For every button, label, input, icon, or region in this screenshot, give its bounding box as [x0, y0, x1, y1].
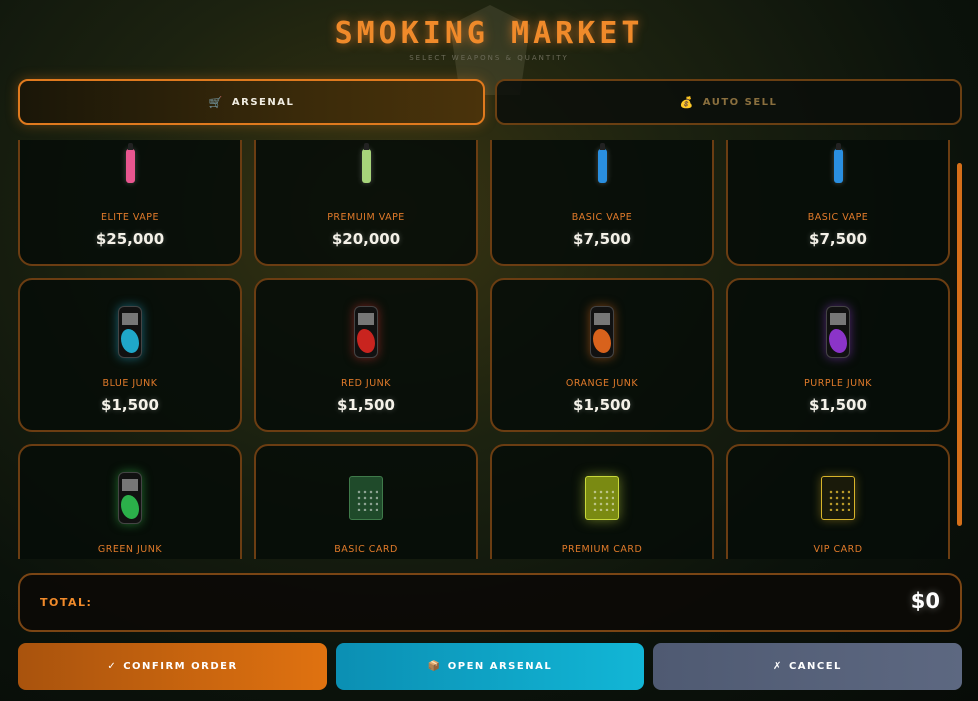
item-card[interactable]: PURPLE JUNK $1,500 [726, 278, 950, 432]
item-name: PREMIUM CARD [561, 544, 643, 555]
item-price: $1,500 [101, 396, 159, 414]
confirm-order-label: CONFIRM ORDER [123, 661, 238, 672]
item-card[interactable]: ORANGE JUNK $1,500 [490, 278, 714, 432]
vape-icon [833, 143, 843, 183]
item-grid: ELITE VAPE $25,000 PREMUIM VAPE $20,000 … [18, 140, 950, 559]
item-name: BASIC CARD [334, 544, 398, 555]
can-icon [826, 306, 850, 358]
can-icon [590, 306, 614, 358]
item-card[interactable]: RED JUNK $1,500 [254, 278, 478, 432]
item-card[interactable]: VIP CARD [726, 444, 950, 559]
total-label: TOTAL: [40, 596, 93, 609]
vape-icon [125, 143, 135, 183]
item-name: BLUE JUNK [102, 378, 158, 389]
cart-icon: 🛒 [208, 95, 224, 109]
item-card[interactable]: BASIC VAPE $7,500 [490, 140, 714, 266]
item-name: VIP CARD [813, 544, 863, 555]
item-price: $7,500 [573, 230, 631, 248]
item-price: $1,500 [809, 396, 867, 414]
item-card[interactable]: BASIC CARD [254, 444, 478, 559]
total-bar: TOTAL: $0 [18, 573, 962, 632]
item-card[interactable]: BASIC VAPE $7,500 [726, 140, 950, 266]
item-name: GREEN JUNK [97, 544, 163, 555]
tab-auto-sell-label: AUTO SELL [702, 96, 778, 108]
item-name: BASIC VAPE [571, 212, 633, 223]
item-price: $20,000 [331, 230, 401, 248]
item-name: ORANGE JUNK [565, 378, 639, 389]
scratch-card-icon [349, 476, 383, 520]
item-name: ELITE VAPE [100, 212, 160, 223]
vape-icon [597, 143, 607, 183]
tab-arsenal[interactable]: 🛒 ARSENAL [18, 79, 485, 125]
item-name: BASIC VAPE [807, 212, 869, 223]
cancel-button[interactable]: ✗ CANCEL [653, 643, 962, 690]
item-card[interactable]: BLUE JUNK $1,500 [18, 278, 242, 432]
tab-auto-sell[interactable]: 💰 AUTO SELL [495, 79, 962, 125]
money-bag-icon: 💰 [679, 95, 695, 109]
item-price: $1,500 [337, 396, 395, 414]
page-subtitle: SELECT WEAPONS & QUANTITY [409, 54, 569, 62]
vape-icon [361, 143, 371, 183]
item-name: PURPLE JUNK [804, 378, 872, 389]
can-icon [118, 472, 142, 524]
item-card[interactable]: PREMUIM VAPE $20,000 [254, 140, 478, 266]
scratch-card-icon [821, 476, 855, 520]
item-card[interactable]: PREMIUM CARD [490, 444, 714, 559]
box-icon: 📦 [427, 661, 442, 672]
total-value: $0 [910, 589, 940, 613]
cancel-label: CANCEL [788, 661, 842, 672]
can-icon [118, 306, 142, 358]
confirm-order-button[interactable]: ✓ CONFIRM ORDER [18, 643, 327, 690]
scratch-card-icon [585, 476, 619, 520]
item-price: $7,500 [809, 230, 867, 248]
item-grid-viewport: ELITE VAPE $25,000 PREMUIM VAPE $20,000 … [18, 140, 954, 559]
item-card[interactable]: ELITE VAPE $25,000 [18, 140, 242, 266]
open-arsenal-label: OPEN ARSENAL [447, 661, 553, 672]
page-title: SMOKING MARKET [334, 16, 644, 51]
open-arsenal-button[interactable]: 📦 OPEN ARSENAL [336, 643, 644, 690]
item-name: RED JUNK [340, 378, 392, 389]
can-icon [354, 306, 378, 358]
tab-arsenal-label: ARSENAL [231, 96, 295, 108]
grid-scrollbar[interactable] [957, 163, 962, 526]
item-name: PREMUIM VAPE [327, 212, 405, 223]
check-icon: ✓ [107, 661, 118, 672]
item-price: $1,500 [573, 396, 631, 414]
close-icon: ✗ [773, 661, 783, 672]
item-price: $25,000 [95, 230, 165, 248]
item-card[interactable]: GREEN JUNK [18, 444, 242, 559]
